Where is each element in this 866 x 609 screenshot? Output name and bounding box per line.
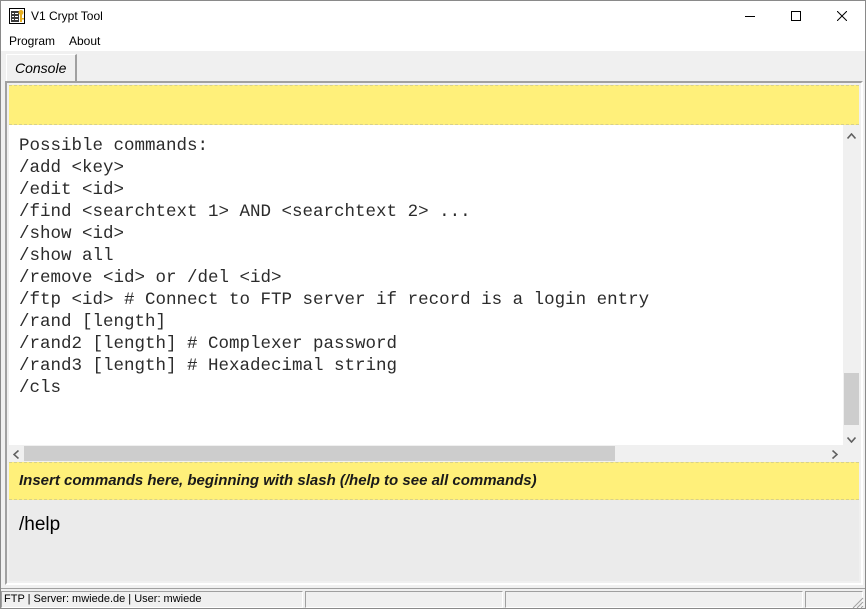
console-output-line: Possible commands: [19,136,209,156]
status-panel-2 [305,591,503,608]
console-output-line: /show <id> [19,224,125,244]
maximize-icon [791,11,801,21]
menu-about[interactable]: About [69,34,100,48]
menu-bar: Program About [1,31,865,51]
console-output-line: /rand2 [length] # Complexer password [19,334,398,354]
scroll-up-icon[interactable] [846,129,857,141]
scroll-left-icon[interactable] [12,449,20,461]
console-panel: Possible commands:/add <key>/edit <id>/f… [5,81,863,585]
horizontal-scrollbar[interactable] [9,445,843,462]
close-icon [837,11,847,21]
tab-console-label: Console [15,60,67,76]
command-input[interactable] [19,514,839,536]
console-output-text: Possible commands:/add <key>/edit <id>/f… [19,135,649,399]
minimize-icon [745,16,755,17]
console-output-line: /add <key> [19,158,125,178]
command-hint: Insert commands here, beginning with sla… [19,472,537,489]
minimize-button[interactable] [727,1,773,31]
console-output-line: /edit <id> [19,180,125,200]
hint-bar: Insert commands here, beginning with sla… [9,462,859,500]
console-output-line: /find <searchtext 1> AND <searchtext 2> … [19,202,471,222]
console-output-line: /show all [19,246,114,266]
status-panel-ftp: FTP | Server: mwiede.de | User: mwiede [1,591,303,608]
tab-strip: Console [1,51,865,81]
key-database-icon [9,8,25,24]
menu-program[interactable]: Program [9,34,55,48]
app-window: V1 Crypt Tool Program About Console Poss… [0,0,866,609]
status-bar: FTP | Server: mwiede.de | User: mwiede [1,588,865,608]
console-output-line: /rand3 [length] # Hexadecimal string [19,356,398,376]
window-title: V1 Crypt Tool [31,9,103,23]
scrollbar-corner [843,445,860,462]
command-input-area [9,500,859,581]
status-panel-3 [505,591,803,608]
console-output-line: /ftp <id> # Connect to FTP server if rec… [19,290,650,310]
console-output[interactable]: Possible commands:/add <key>/edit <id>/f… [9,125,843,445]
console-output-line: /remove <id> or /del <id> [19,268,282,288]
title-bar: V1 Crypt Tool [1,1,865,31]
scroll-down-icon[interactable] [846,433,857,445]
console-output-line: /rand [length] [19,312,167,332]
maximize-button[interactable] [773,1,819,31]
info-bar [9,85,859,125]
console-output-line: /cls [19,378,62,398]
horizontal-scroll-thumb[interactable] [24,446,615,461]
scroll-right-icon[interactable] [831,449,839,461]
tab-console[interactable]: Console [6,54,77,81]
resize-grip-icon[interactable] [852,596,864,608]
vertical-scroll-thumb[interactable] [844,373,859,425]
close-button[interactable] [819,1,865,31]
vertical-scrollbar[interactable] [843,125,860,445]
